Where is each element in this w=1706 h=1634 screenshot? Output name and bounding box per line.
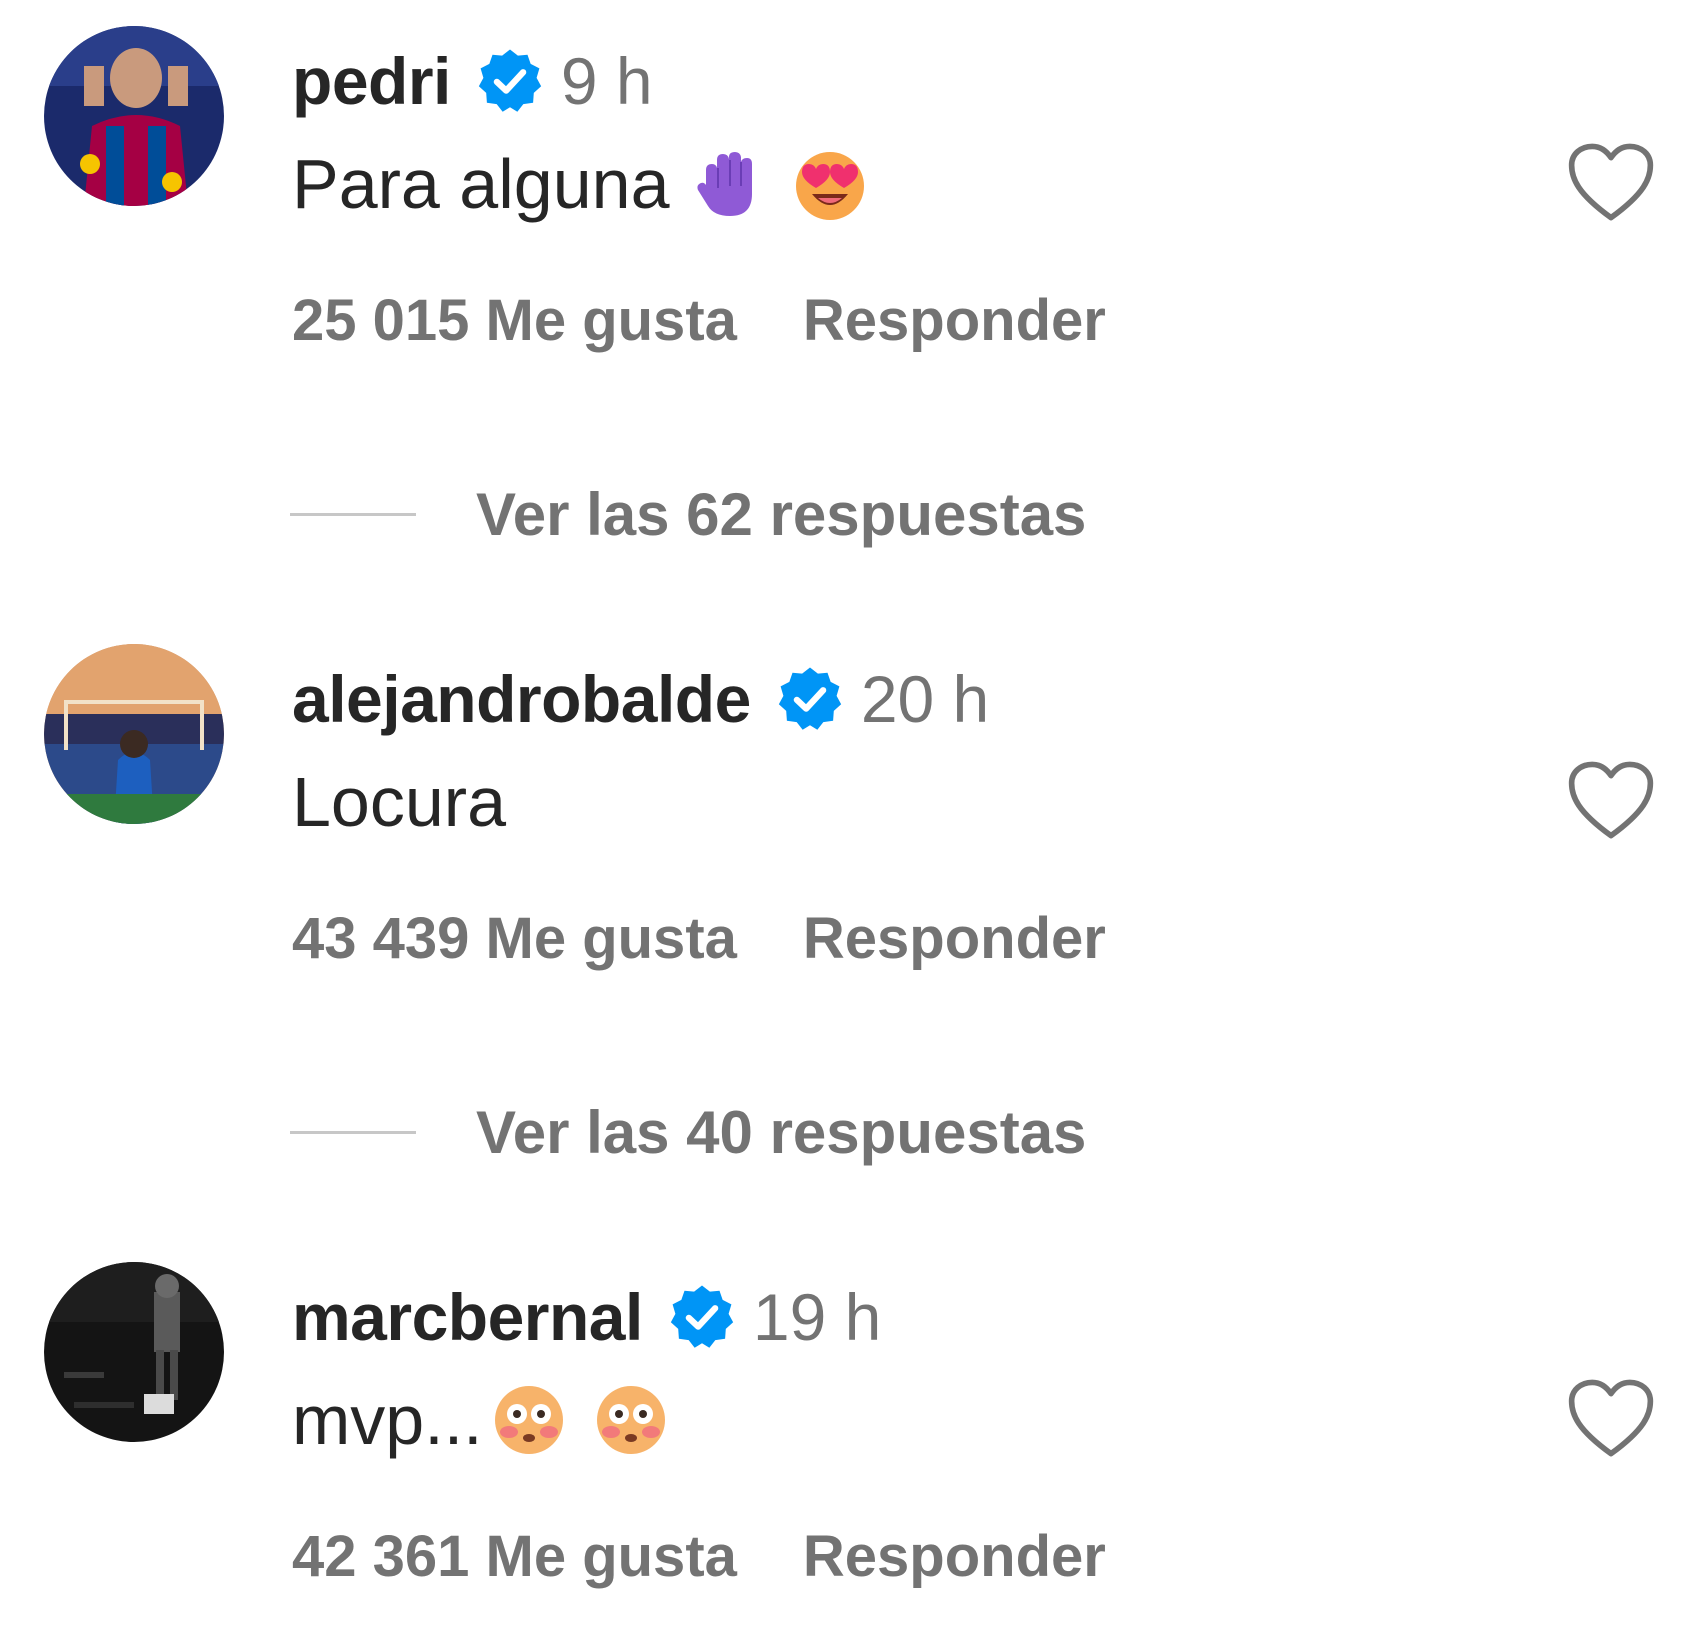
comment-time: 19 h [752, 1280, 882, 1354]
comment-header: pedri 9 h [292, 36, 653, 126]
comment-item: alejandrobalde 20 h Locura 43 439 Me gus… [0, 618, 1706, 988]
username[interactable]: alejandrobalde [292, 661, 751, 737]
comment-item: pedri 9 h Para alguna 25 015 Me gusta Re… [0, 0, 1706, 370]
comment-body: mvp... [292, 1372, 671, 1468]
comment-time: 9 h [560, 44, 653, 118]
like-heart-icon[interactable] [1566, 140, 1656, 224]
likes-count[interactable]: 25 015 Me gusta [292, 287, 737, 354]
comment-meta: 25 015 Me gusta Responder [292, 282, 1106, 358]
view-replies-label: Ver las 40 respuestas [476, 1098, 1087, 1166]
replies-divider-line [290, 512, 416, 516]
replies-divider-line [290, 1130, 416, 1134]
like-heart-icon[interactable] [1566, 1376, 1656, 1460]
avatar[interactable] [44, 644, 224, 824]
flushed-face-emoji-icon [489, 1380, 569, 1460]
avatar[interactable] [44, 1262, 224, 1442]
comment-text: Para alguna [292, 145, 670, 223]
like-heart-icon[interactable] [1566, 758, 1656, 842]
username[interactable]: marcbernal [292, 1279, 643, 1355]
view-replies-button[interactable]: Ver las 62 respuestas [290, 474, 1086, 554]
comment-item: marcbernal 19 h mvp... 42 361 Me gusta R… [0, 1236, 1706, 1606]
view-replies-label: Ver las 62 respuestas [476, 480, 1087, 548]
comment-time: 20 h [860, 662, 990, 736]
comment-text: mvp... [292, 1381, 483, 1459]
comment-meta: 42 361 Me gusta Responder [292, 1518, 1106, 1594]
comment-body: Locura [292, 754, 506, 850]
reply-button[interactable]: Responder [803, 287, 1106, 354]
comment-header: marcbernal 19 h [292, 1272, 881, 1362]
username[interactable]: pedri [292, 43, 451, 119]
verified-badge-icon [775, 664, 845, 734]
likes-count[interactable]: 43 439 Me gusta [292, 905, 737, 972]
comment-meta: 43 439 Me gusta Responder [292, 900, 1106, 976]
avatar[interactable] [44, 26, 224, 206]
verified-badge-icon [475, 46, 545, 116]
view-replies-button[interactable]: Ver las 40 respuestas [290, 1092, 1086, 1172]
verified-badge-icon [667, 1282, 737, 1352]
comment-header: alejandrobalde 20 h [292, 654, 989, 744]
flushed-face-emoji-icon [591, 1380, 671, 1460]
heart-eyes-emoji-icon [790, 144, 870, 224]
likes-count[interactable]: 42 361 Me gusta [292, 1523, 737, 1590]
raised-hand-purple-emoji-icon [688, 144, 768, 224]
reply-button[interactable]: Responder [803, 1523, 1106, 1590]
reply-button[interactable]: Responder [803, 905, 1106, 972]
comment-body: Para alguna [292, 136, 870, 232]
comment-text: Locura [292, 763, 507, 841]
